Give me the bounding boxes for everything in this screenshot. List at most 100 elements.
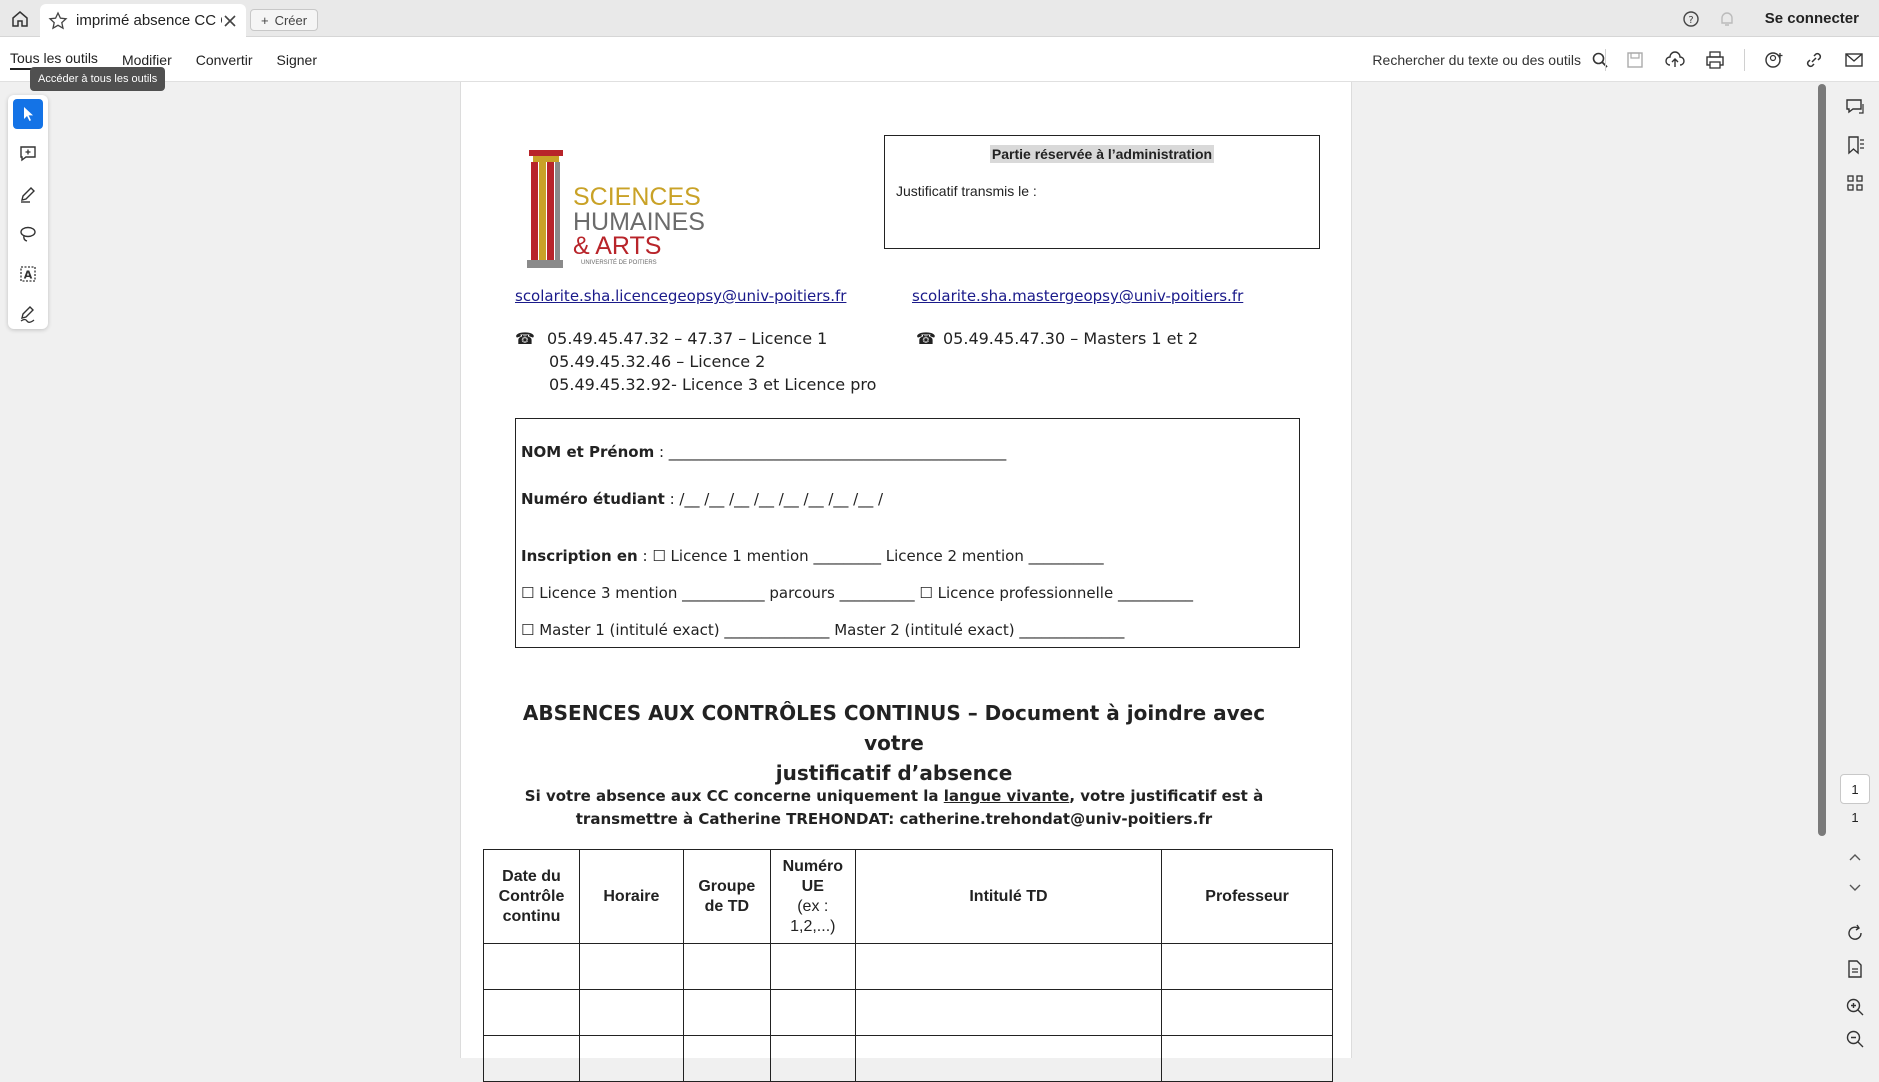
phones-master: ☎ 05.49.45.47.30 – Masters 1 et 2 [916, 327, 1276, 350]
phone-line: 05.49.45.32.46 – Licence 2 [549, 352, 766, 371]
link-icon[interactable] [1803, 49, 1825, 71]
right-sidebar [1831, 82, 1879, 1058]
phone-icon: ☎ [515, 329, 535, 348]
table-cell[interactable] [682, 943, 771, 990]
university-logo: SCIENCES HUMAINES & ARTS UNIVERSITÉ DE P… [527, 150, 705, 268]
mail-icon[interactable] [1843, 49, 1865, 71]
svg-text:?: ? [1688, 15, 1693, 26]
page-document-icon[interactable] [1844, 958, 1866, 980]
lasso-icon [20, 226, 36, 242]
zoom-in-icon[interactable] [1844, 996, 1866, 1018]
admin-title: Partie réservée à l’administration [885, 145, 1319, 163]
vertical-scrollbar[interactable] [1818, 84, 1826, 836]
master-line: ☐ Master 1 (intitulé exact) ____________… [521, 621, 1125, 639]
comment-tool-button[interactable] [13, 139, 43, 169]
tooltip: Accéder à tous les outils [30, 67, 166, 91]
select-tool-button[interactable] [13, 99, 43, 129]
search-label: Rechercher du texte ou des outils [1372, 51, 1581, 68]
sign-tool-button[interactable] [13, 299, 43, 329]
name-line: NOM et Prénom : ________________________… [521, 443, 1006, 461]
table-cell[interactable] [769, 943, 856, 990]
table-cell[interactable] [483, 989, 580, 1036]
notice-text: Si votre absence aux CC concerne uniquem… [524, 787, 944, 805]
menu-convert[interactable]: Convertir [196, 52, 253, 68]
comment-add-icon [20, 146, 36, 162]
phone-line: 05.49.45.32.92- Licence 3 et Licence pro [549, 375, 877, 394]
notice-text: , votre justificatif est à [1069, 787, 1264, 805]
name-label: NOM et Prénom [521, 443, 655, 461]
phone-line: 05.49.45.47.30 – Masters 1 et 2 [943, 329, 1199, 348]
header-horaire: Horaire [578, 849, 684, 944]
student-identification-box: NOM et Prénom : ________________________… [515, 418, 1300, 648]
refresh-icon[interactable] [1844, 922, 1866, 944]
table-cell[interactable] [483, 1035, 580, 1082]
help-icon[interactable]: ? [1681, 9, 1701, 29]
table-cell[interactable] [769, 989, 856, 1036]
title-line-2: justificatif d’absence [775, 761, 1013, 785]
name-blank: : ______________________________________… [654, 443, 1007, 461]
language-notice: Si votre absence aux CC concerne uniquem… [521, 785, 1267, 831]
admin-reserved-box: Partie réservée à l’administration Justi… [884, 135, 1320, 249]
signin-button[interactable]: Se connecter [1765, 10, 1859, 27]
table-cell[interactable] [854, 989, 1163, 1036]
save-icon[interactable] [1624, 49, 1646, 71]
table-cell[interactable] [1161, 989, 1333, 1036]
column-emblem-icon [527, 150, 563, 268]
table-cell[interactable] [682, 1035, 771, 1082]
table-cell[interactable] [483, 943, 580, 990]
table-cell[interactable] [1161, 1035, 1333, 1082]
table-cell[interactable] [578, 943, 684, 990]
admin-title-text: Partie réservée à l’administration [989, 145, 1215, 163]
header-numero-text: Numéro UE [782, 857, 844, 895]
phone-icon: ☎ [916, 329, 936, 348]
header-intitule: Intitulé TD [854, 849, 1163, 944]
lasso-tool-button[interactable] [13, 219, 43, 249]
header-numero: Numéro UE (ex : 1,2,...) [769, 849, 856, 944]
bookmark-panel-icon[interactable] [1844, 134, 1866, 156]
create-label: Créer [274, 12, 308, 28]
bell-icon[interactable] [1717, 9, 1737, 29]
tab-title: imprimé absence CC C... [76, 12, 222, 29]
draw-tool-button[interactable] [13, 179, 43, 209]
text-tool-button[interactable]: A [13, 259, 43, 289]
email-licence-link[interactable]: scolarite.sha.licencegeopsy@univ-poitier… [515, 287, 846, 305]
svg-text:A: A [24, 269, 33, 282]
chevron-down-icon[interactable] [1844, 876, 1866, 898]
menu-sign[interactable]: Signer [277, 52, 317, 68]
email-master-link[interactable]: scolarite.sha.mastergeopsy@univ-poitiers… [912, 287, 1243, 305]
chevron-up-icon[interactable] [1844, 846, 1866, 868]
student-number-blank: : /__ /__ /__ /__ /__ /__ /__ /__ / [664, 490, 884, 508]
plus-icon: + [261, 12, 269, 28]
table-cell[interactable] [769, 1035, 856, 1082]
phone-line: 05.49.45.47.32 – 47.37 – Licence 1 [547, 329, 828, 348]
home-button[interactable] [8, 7, 32, 31]
divider [1744, 48, 1745, 71]
home-icon [12, 11, 28, 27]
menu-edit[interactable]: Modifier [122, 52, 172, 68]
title-line-1: ABSENCES AUX CONTRÔLES CONTINUS – Docume… [522, 701, 1266, 755]
table-cell[interactable] [1161, 943, 1333, 990]
table-row [483, 943, 1333, 990]
licence-3-line: ☐ Licence 3 mention ___________ parcours… [521, 584, 1193, 602]
toolbar-icons [1605, 37, 1865, 82]
thumbnails-grid-icon[interactable] [1844, 172, 1866, 194]
close-icon[interactable] [222, 13, 238, 29]
pen-icon [21, 187, 35, 203]
document-tab[interactable]: imprimé absence CC C... [40, 4, 246, 37]
zoom-out-icon[interactable] [1844, 1028, 1866, 1050]
star-icon[interactable] [48, 10, 68, 31]
table-cell[interactable] [578, 989, 684, 1036]
table-cell[interactable] [854, 1035, 1163, 1082]
table-cell[interactable] [578, 1035, 684, 1082]
print-icon[interactable] [1704, 49, 1726, 71]
comments-panel-icon[interactable] [1844, 96, 1866, 118]
share-user-icon[interactable] [1763, 49, 1785, 71]
pdf-page: SCIENCES HUMAINES & ARTS UNIVERSITÉ DE P… [460, 82, 1352, 1082]
create-button[interactable]: + Créer [250, 9, 319, 31]
document-title: ABSENCES AUX CONTRÔLES CONTINUS – Docume… [491, 698, 1297, 788]
current-page-input[interactable]: 1 [1840, 774, 1870, 804]
table-cell[interactable] [682, 989, 771, 1036]
table-cell[interactable] [854, 943, 1163, 990]
upload-cloud-icon[interactable] [1664, 49, 1686, 71]
search-box[interactable]: Rechercher du texte ou des outils [1372, 37, 1609, 82]
